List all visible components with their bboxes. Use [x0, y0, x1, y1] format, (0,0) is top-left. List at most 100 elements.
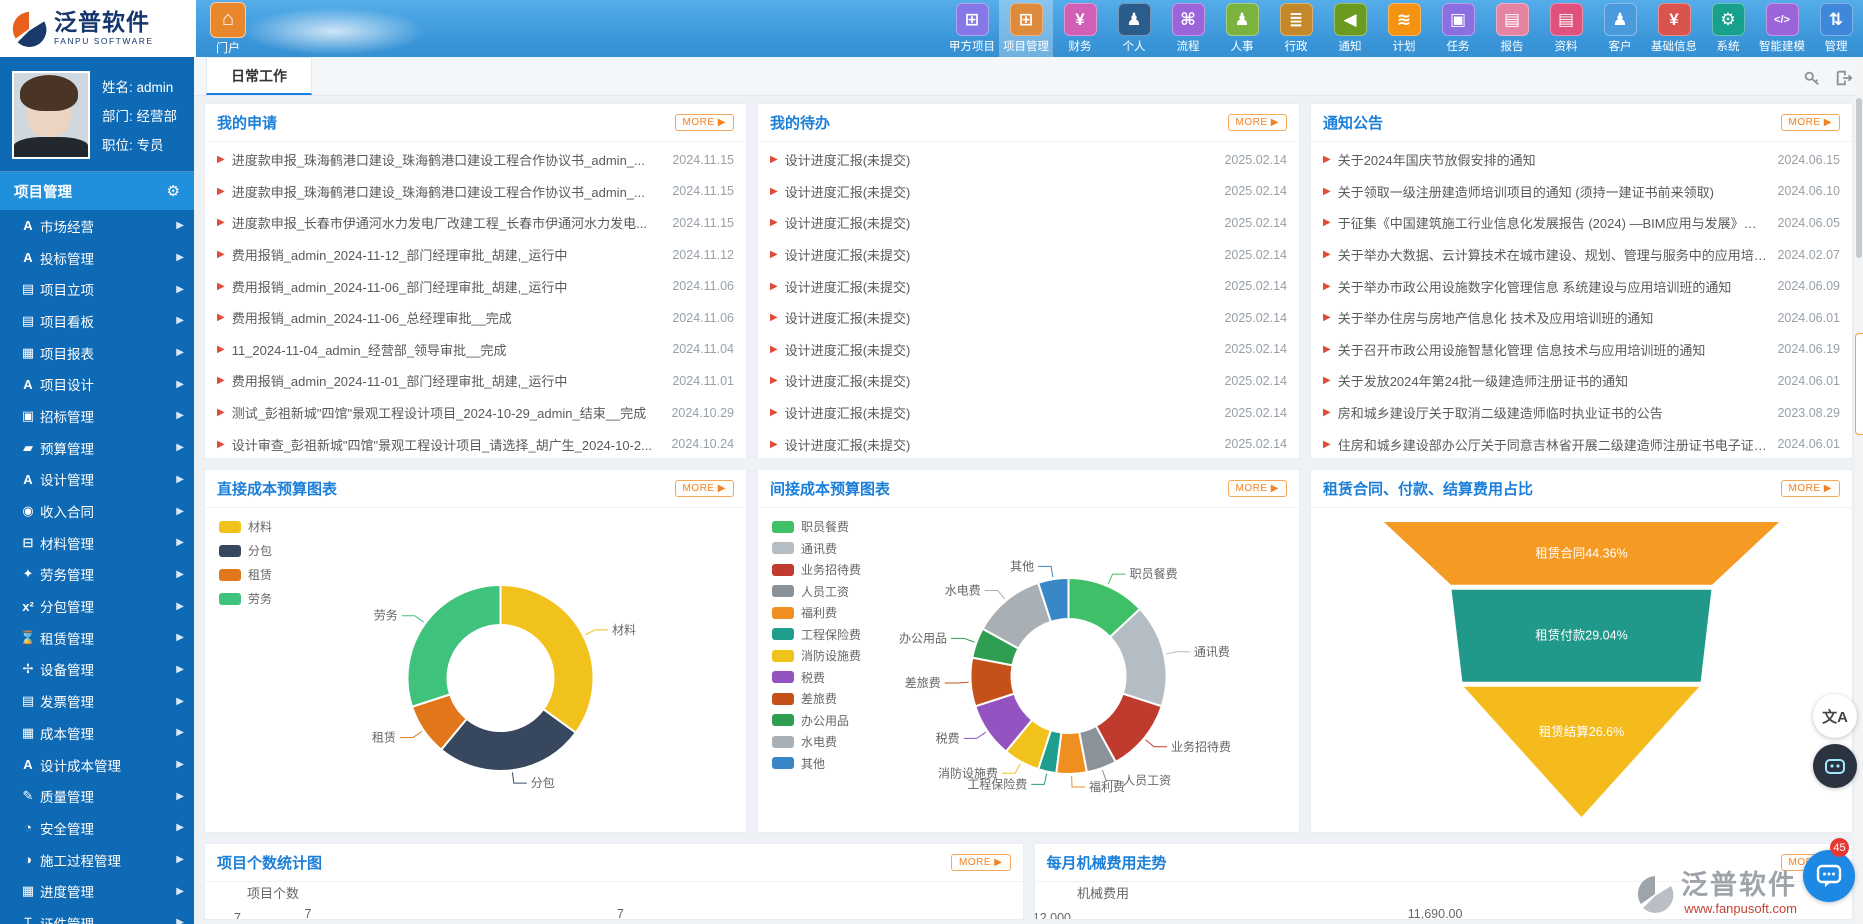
legend-item-人员工资[interactable]: 人员工资 — [772, 583, 861, 600]
topnav-item-8[interactable]: ≋计划 — [1377, 0, 1431, 57]
topnav-item-2[interactable]: ¥财务 — [1053, 0, 1107, 57]
legend-item-福利费[interactable]: 福利费 — [772, 604, 861, 621]
data-point-marker[interactable] — [1428, 919, 1442, 920]
topnav-item-6[interactable]: ≣行政 — [1269, 0, 1323, 57]
sidebar-item-0[interactable]: A市场经营▶ — [0, 210, 194, 242]
list-item[interactable]: ▶关于召开市政公用设施智慧化管理 信息技术与应用培训班的通知2024.06.19 — [1323, 334, 1840, 366]
sidebar-item-12[interactable]: x²分包管理▶ — [0, 590, 194, 622]
list-item[interactable]: ▶进度款申报_珠海鹤港口建设_珠海鹤港口建设工程合作协议书_admin_...2… — [217, 144, 734, 176]
sidebar-item-21[interactable]: ▦进度管理▶ — [0, 875, 194, 907]
assistant-button[interactable] — [1813, 744, 1857, 788]
list-item[interactable]: ▶关于举办大数据、云计算技术在城市建设、规划、管理与服务中的应用培训班...20… — [1323, 239, 1840, 271]
legend-item-职员餐费[interactable]: 职员餐费 — [772, 518, 861, 535]
data-point-marker[interactable] — [301, 919, 315, 920]
more-button[interactable]: MORE ▶ — [675, 114, 734, 131]
sidebar-item-20[interactable]: ◑施工过程管理▶ — [0, 844, 194, 876]
topnav-item-15[interactable]: </>智能建模 — [1755, 0, 1809, 57]
topnav-item-portal[interactable]: ⌂ 门户 — [210, 2, 246, 56]
topnav-item-1[interactable]: ⊞项目管理 — [999, 0, 1053, 57]
sidebar-item-10[interactable]: ⊟材料管理▶ — [0, 527, 194, 559]
list-item[interactable]: ▶测试_彭祖新城"四馆"景观工程设计项目_2024-10-29_admin_结束… — [217, 397, 734, 429]
topnav-item-3[interactable]: ♟个人 — [1107, 0, 1161, 57]
list-item[interactable]: ▶设计进度汇报(未提交)2025.02.14 — [770, 207, 1287, 239]
more-button[interactable]: MORE ▶ — [1228, 114, 1287, 131]
legend-item-水电费[interactable]: 水电费 — [772, 733, 861, 750]
sidebar-item-5[interactable]: A项目设计▶ — [0, 368, 194, 400]
topnav-item-13[interactable]: ¥基础信息 — [1647, 0, 1701, 57]
chat-button[interactable] — [1803, 850, 1855, 902]
list-item[interactable]: ▶设计进度汇报(未提交)2025.02.14 — [770, 302, 1287, 334]
list-item[interactable]: ▶费用报销_admin_2024-11-01_部门经理审批_胡建,_运行中202… — [217, 365, 734, 397]
list-item[interactable]: ▶房和城乡建设厅关于取消二级建造师临时执业证书的公告2023.08.29 — [1323, 397, 1840, 429]
funnel-band-2[interactable] — [1461, 686, 1701, 819]
translate-button[interactable]: 文A — [1813, 694, 1857, 738]
sidebar-item-9[interactable]: ◉收入合同▶ — [0, 495, 194, 527]
list-item[interactable]: ▶关于2024年国庆节放假安排的通知2024.06.15 — [1323, 144, 1840, 176]
topnav-item-12[interactable]: ♟客户 — [1593, 0, 1647, 57]
sidebar-item-1[interactable]: A投标管理▶ — [0, 242, 194, 274]
list-item[interactable]: ▶设计进度汇报(未提交)2025.02.14 — [770, 144, 1287, 176]
topnav-item-16[interactable]: ⇅管理 — [1809, 0, 1863, 57]
list-item[interactable]: ▶关于举办市政公用设施数字化管理信息 系统建设与应用培训班的通知2024.06.… — [1323, 270, 1840, 302]
sidebar-item-16[interactable]: ▦成本管理▶ — [0, 717, 194, 749]
sidebar-item-13[interactable]: ⌛租赁管理▶ — [0, 622, 194, 654]
legend-item-业务招待费[interactable]: 业务招待费 — [772, 561, 861, 578]
more-button[interactable]: MORE ▶ — [675, 480, 734, 497]
list-item[interactable]: ▶设计进度汇报(未提交)2025.02.14 — [770, 397, 1287, 429]
list-item[interactable]: ▶费用报销_admin_2024-11-06_部门经理审批_胡建,_运行中202… — [217, 270, 734, 302]
sidebar-item-3[interactable]: ▤项目看板▶ — [0, 305, 194, 337]
sidebar-item-4[interactable]: ▦项目报表▶ — [0, 337, 194, 369]
list-item[interactable]: ▶设计审查_彭祖新城"四馆"景观工程设计项目_请选择_胡广生_2024-10-2… — [217, 428, 734, 459]
legend-item-税费[interactable]: 税费 — [772, 669, 861, 686]
topnav-item-10[interactable]: ▤报告 — [1485, 0, 1539, 57]
topnav-item-5[interactable]: ♟人事 — [1215, 0, 1269, 57]
sidebar-item-15[interactable]: ▤发票管理▶ — [0, 685, 194, 717]
legend-item-材料[interactable]: 材料 — [219, 518, 272, 535]
list-item[interactable]: ▶关于举办住房与房地产信息化 技术及应用培训班的通知2024.06.01 — [1323, 302, 1840, 334]
legend-item-分包[interactable]: 分包 — [219, 542, 272, 559]
legend-item-办公用品[interactable]: 办公用品 — [772, 712, 861, 729]
sidebar-item-17[interactable]: A设计成本管理▶ — [0, 749, 194, 781]
sidebar-item-19[interactable]: ◔安全管理▶ — [0, 812, 194, 844]
donut-slice-劳务[interactable] — [407, 585, 500, 707]
list-item[interactable]: ▶进度款申报_珠海鹤港口建设_珠海鹤港口建设工程合作协议书_admin_...2… — [217, 176, 734, 208]
tab-daily-work[interactable]: 日常工作 — [206, 57, 312, 95]
legend-item-其他[interactable]: 其他 — [772, 755, 861, 772]
legend-item-租赁[interactable]: 租赁 — [219, 566, 272, 583]
topnav-item-14[interactable]: ⚙系统 — [1701, 0, 1755, 57]
topnav-item-11[interactable]: ▤资料 — [1539, 0, 1593, 57]
legend-item-通讯费[interactable]: 通讯费 — [772, 540, 861, 557]
side-feedback-tab[interactable] — [1855, 333, 1863, 435]
list-item[interactable]: ▶设计进度汇报(未提交)2025.02.14 — [770, 334, 1287, 366]
topnav-item-9[interactable]: ▣任务 — [1431, 0, 1485, 57]
legend-item-劳务[interactable]: 劳务 — [219, 590, 272, 607]
more-button[interactable]: MORE ▶ — [1781, 114, 1840, 131]
gear-icon[interactable]: ⚙ — [167, 182, 180, 200]
list-item[interactable]: ▶住房和城乡建设部办公厅关于同意吉林省开展二级建造师注册证书电子证书试点...2… — [1323, 428, 1840, 459]
more-button[interactable]: MORE ▶ — [951, 854, 1010, 871]
list-item[interactable]: ▶关于发放2024年第24批一级建造师注册证书的通知2024.06.01 — [1323, 365, 1840, 397]
sidebar-item-6[interactable]: ▣招标管理▶ — [0, 400, 194, 432]
list-item[interactable]: ▶进度款申报_长春市伊通河水力发电厂改建工程_长春市伊通河水力发电...2024… — [217, 207, 734, 239]
topnav-item-7[interactable]: ◀通知 — [1323, 0, 1377, 57]
list-item[interactable]: ▶设计进度汇报(未提交)2025.02.14 — [770, 428, 1287, 459]
list-item[interactable]: ▶于征集《中国建筑施工行业信息化发展报告 (2024) —BIM应用与发展》材料… — [1323, 207, 1840, 239]
list-item[interactable]: ▶设计进度汇报(未提交)2025.02.14 — [770, 239, 1287, 271]
donut-slice-材料[interactable] — [501, 585, 594, 733]
sidebar-item-18[interactable]: ✎质量管理▶ — [0, 780, 194, 812]
list-item[interactable]: ▶费用报销_admin_2024-11-12_部门经理审批_胡建,_运行中202… — [217, 239, 734, 271]
more-button[interactable]: MORE ▶ — [1781, 480, 1840, 497]
password-key-icon[interactable] — [1803, 69, 1821, 87]
data-point-marker[interactable] — [613, 919, 627, 920]
legend-item-差旅费[interactable]: 差旅费 — [772, 690, 861, 707]
sidebar-item-14[interactable]: ✢设备管理▶ — [0, 654, 194, 686]
sidebar-item-22[interactable]: ⌶证件管理▶ — [0, 907, 194, 924]
list-item[interactable]: ▶费用报销_admin_2024-11-06_总经理审批__完成2024.11.… — [217, 302, 734, 334]
sidebar-item-11[interactable]: ✦劳务管理▶ — [0, 559, 194, 591]
topnav-item-0[interactable]: ⊞甲方项目 — [945, 0, 999, 57]
topnav-item-4[interactable]: ⌘流程 — [1161, 0, 1215, 57]
list-item[interactable]: ▶设计进度汇报(未提交)2025.02.14 — [770, 270, 1287, 302]
more-button[interactable]: MORE ▶ — [1228, 480, 1287, 497]
list-item[interactable]: ▶设计进度汇报(未提交)2025.02.14 — [770, 176, 1287, 208]
logout-icon[interactable] — [1835, 69, 1853, 87]
